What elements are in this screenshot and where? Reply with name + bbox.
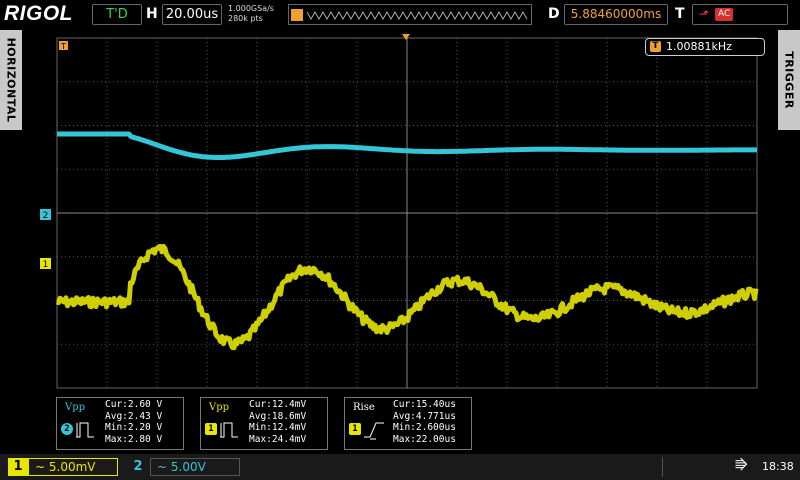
memory-overview[interactable] [288,4,532,25]
trigger-settings[interactable]: ⬏ AC [692,4,788,25]
delay-label: D [548,6,560,22]
channel-1-scale[interactable]: ~ 5.00mV [28,458,118,476]
memory-waveform [291,9,528,21]
measurement-name: Vpp [209,402,230,413]
trigger-position-arrow [402,34,410,40]
timebase-value[interactable]: 20.00us [162,4,222,25]
frequency-value: 1.00881kHz [666,40,732,53]
trigger-label: T [675,6,685,22]
trigger-source: AC [715,8,734,21]
memory-depth: 280k pts [228,14,263,23]
channel-1-button[interactable]: 1 [8,458,28,476]
channel-status-bar: 1 ~ 5.00mV 2 ~ 5.00V ⭆ 18:38 [0,454,800,480]
measurement-name: Vpp [65,402,86,413]
measurement-vpp-ch2[interactable]: Vpp 2 Cur:2.60 V Avg:2.43 V Min:2.20 V M… [56,397,184,450]
measurement-vpp-ch1[interactable]: Vpp 1 Cur:12.4mV Avg:18.6mV Min:12.4mV M… [200,397,328,450]
top-status-bar: RIGOL T'D H 20.00us 1.000GSa/s 280k pts … [0,0,800,30]
pulse-icon [76,422,94,438]
measurement-max: Max:24.4mV [249,433,307,445]
trigger-menu-tab[interactable]: TRIGGER [778,30,800,130]
measurement-min: Min:2.600us [393,422,456,433]
channel-1-chip: 1 [349,423,361,435]
usb-icon: ⭆ [735,458,748,474]
run-status[interactable]: T'D [92,4,142,25]
rising-edge-icon: ⬏ [699,7,710,21]
channel-2-scale[interactable]: ~ 5.00V [150,458,240,476]
clock: 18:38 [762,460,794,473]
trigger-icon: T [650,41,661,52]
sample-rate: 1.000GSa/s [228,4,274,13]
channel-2-marker-label: 2 [43,211,49,221]
rise-edge-icon [364,422,384,440]
channel-2-button[interactable]: 2 [128,458,148,476]
measurement-avg: Avg:18.6mV [249,410,307,422]
delay-offset[interactable]: 5.88460000ms [564,4,668,25]
channel-1-chip: 1 [205,423,217,435]
measurement-min: Min:12.4mV [249,422,307,433]
channel-1-marker-label: 1 [43,260,49,270]
measurement-min: Min:2.20 V [105,422,163,433]
horizontal-menu-tab[interactable]: HORIZONTAL [0,30,22,130]
measurement-name: Rise [353,402,375,413]
measurement-max: Max:22.00us [393,433,456,445]
measurement-cur: Cur:2.60 V [105,399,163,410]
measurement-cur: Cur:12.4mV [249,399,307,410]
horizontal-label: H [146,6,158,22]
measurement-rise-ch1[interactable]: Rise 1 Cur:15.40us Avg:4.771us Min:2.600… [344,397,472,450]
trigger-position-marker [291,9,303,21]
measurement-avg: Avg:4.771us [393,410,456,422]
measurement-cur: Cur:15.40us [393,399,456,410]
measurement-max: Max:2.80 V [105,433,163,445]
channel-2-chip: 2 [61,423,73,435]
acquisition-info: 1.000GSa/s 280k pts [228,4,274,24]
pulse-icon [220,422,238,438]
measurement-avg: Avg:2.43 V [105,410,163,422]
trigger-flag-label: T [60,42,66,51]
divider [662,457,663,477]
frequency-counter[interactable]: T 1.00881kHz [645,38,765,56]
brand-logo: RIGOL [4,2,73,25]
